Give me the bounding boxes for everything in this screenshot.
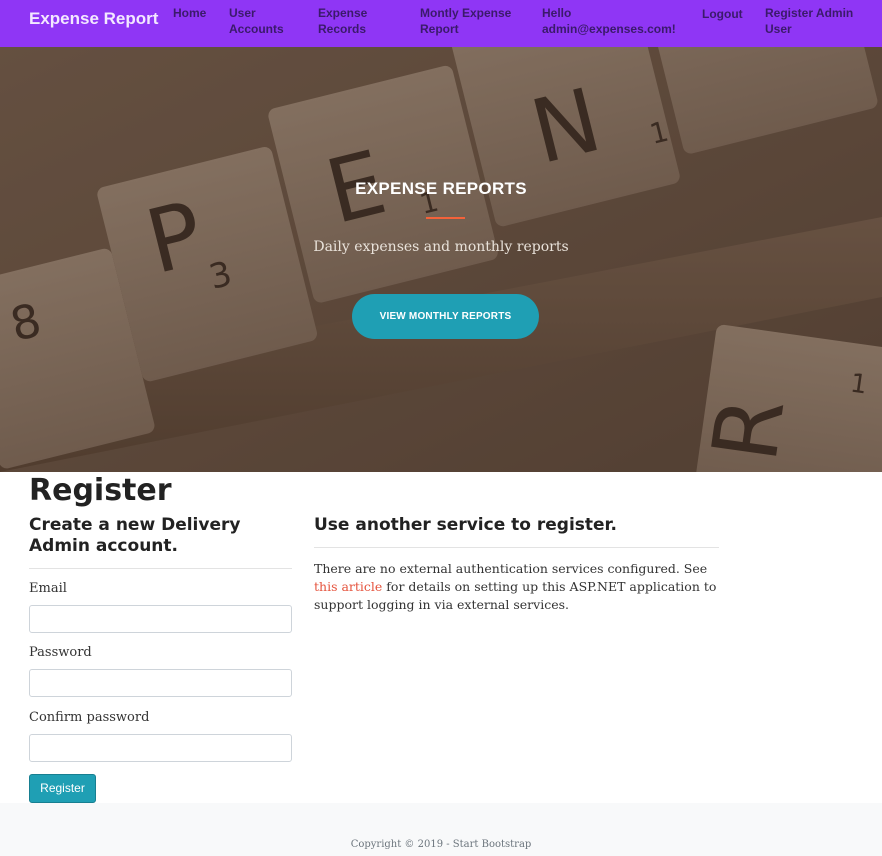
password-label: Password <box>29 645 92 660</box>
register-form-heading: Create a new Delivery Admin account. <box>29 515 241 556</box>
brand-link[interactable]: Expense Report <box>29 9 158 29</box>
email-field[interactable] <box>29 605 292 633</box>
confirm-password-label: Confirm password <box>29 710 150 725</box>
page-title: Register <box>29 473 172 508</box>
hero-background-image: P 3 E 1 N 1 R 1 8 <box>0 47 882 472</box>
copyright-text: Copyright © 2019 - Start Bootstrap <box>350 839 532 850</box>
nav-register-admin-user[interactable]: Register Admin User <box>765 5 865 37</box>
hero-subtitle: Daily expenses and monthly reports <box>313 239 569 255</box>
password-field[interactable] <box>29 669 292 697</box>
register-button[interactable]: Register <box>29 774 96 803</box>
nav-user-accounts[interactable]: User Accounts <box>229 5 299 37</box>
divider <box>29 568 292 569</box>
nav-home[interactable]: Home <box>173 5 206 21</box>
external-services-heading: Use another service to register. <box>314 515 617 535</box>
divider <box>314 547 719 548</box>
external-services-text: There are no external authentication ser… <box>314 560 724 614</box>
view-monthly-reports-button[interactable]: VIEW MONTHLY REPORTS <box>352 294 539 339</box>
this-article-link[interactable]: this article <box>314 579 382 594</box>
hero-title: EXPENSE REPORTS <box>355 179 527 198</box>
nav-hello-user[interactable]: Hello admin@expenses.com! <box>542 5 682 37</box>
external-text-before: There are no external authentication ser… <box>314 561 708 576</box>
nav-expense-records[interactable]: Expense Records <box>318 5 393 37</box>
confirm-password-field[interactable] <box>29 734 292 762</box>
hero-divider <box>426 217 465 219</box>
navbar: Expense Report Home User Accounts Expens… <box>0 0 882 47</box>
nav-monthly-expense-report[interactable]: Montly Expense Report <box>420 5 520 37</box>
nav-logout[interactable]: Logout <box>702 6 743 22</box>
footer: Copyright © 2019 - Start Bootstrap <box>0 803 882 856</box>
hero-section: P 3 E 1 N 1 R 1 8 EXPENSE REPORTS Daily … <box>0 47 882 472</box>
email-label: Email <box>29 581 67 596</box>
